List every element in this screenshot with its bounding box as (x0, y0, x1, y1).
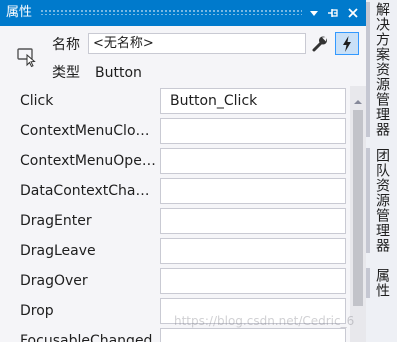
event-row: DragLeave (0, 236, 350, 266)
cursor-select-icon (16, 46, 38, 68)
type-label: 类型 (52, 65, 80, 81)
event-name: DragLeave (20, 243, 96, 259)
tab-label: 属性 (374, 268, 390, 298)
wrench-icon[interactable] (307, 32, 331, 55)
event-name: Click (20, 93, 54, 109)
name-label: 名称 (52, 37, 80, 53)
event-handler-field[interactable] (160, 238, 346, 264)
event-handler-field[interactable] (160, 118, 346, 144)
event-row: Drop (0, 296, 350, 326)
event-handler-field[interactable] (160, 298, 346, 324)
chevron-down-icon[interactable] (306, 5, 322, 21)
scrollbar-thumb[interactable] (353, 110, 363, 306)
pin-icon[interactable] (325, 5, 341, 21)
panel-title: 属性 (6, 5, 33, 20)
event-handler-field[interactable] (160, 328, 346, 342)
tab-indicator (366, 268, 370, 298)
selection-header: 名称 类型 Button (0, 26, 366, 86)
tab-properties[interactable]: 属性 (366, 268, 393, 298)
event-row: DragEnter (0, 206, 350, 236)
tab-label: 解决方案资源管理器 (374, 2, 390, 137)
event-row: DragOver (0, 266, 350, 296)
auto-hide-dock: 解决方案资源管理器 团队资源管理器 属性 (366, 0, 397, 342)
event-name: ContextMenuClosing (20, 123, 156, 139)
event-grid: Click ContextMenuClosing ContextMenuOpen… (0, 86, 350, 342)
event-name: DataContextChanged (20, 183, 156, 199)
tab-label: 团队资源管理器 (374, 148, 390, 253)
event-name: FocusableChanged (20, 333, 153, 342)
event-row: DataContextChanged (0, 176, 350, 206)
event-name: Drop (20, 303, 54, 319)
object-name-input[interactable] (88, 33, 306, 54)
lightning-icon[interactable] (335, 32, 359, 55)
scroll-up-icon[interactable] (353, 92, 363, 104)
tab-solution-explorer[interactable]: 解决方案资源管理器 (366, 2, 393, 137)
event-name: DragEnter (20, 213, 92, 229)
title-grip (40, 9, 302, 15)
type-value: Button (95, 65, 142, 81)
vertical-scrollbar[interactable] (350, 86, 366, 342)
event-handler-field[interactable] (160, 208, 346, 234)
close-icon[interactable] (345, 5, 361, 21)
event-row: ContextMenuClosing (0, 116, 350, 146)
event-handler-field[interactable] (160, 148, 346, 174)
event-name: DragOver (20, 273, 88, 289)
panel-title-bar[interactable]: 属性 (0, 0, 366, 26)
event-handler-field[interactable] (160, 178, 346, 204)
tab-indicator (366, 148, 370, 253)
event-handler-field[interactable] (160, 88, 346, 114)
tab-team-explorer[interactable]: 团队资源管理器 (366, 148, 393, 253)
event-row: ContextMenuOpening (0, 146, 350, 176)
event-row: FocusableChanged (0, 326, 350, 342)
event-name: ContextMenuOpening (20, 153, 156, 169)
tab-indicator (366, 2, 370, 137)
event-handler-field[interactable] (160, 268, 346, 294)
event-row: Click (0, 86, 350, 116)
